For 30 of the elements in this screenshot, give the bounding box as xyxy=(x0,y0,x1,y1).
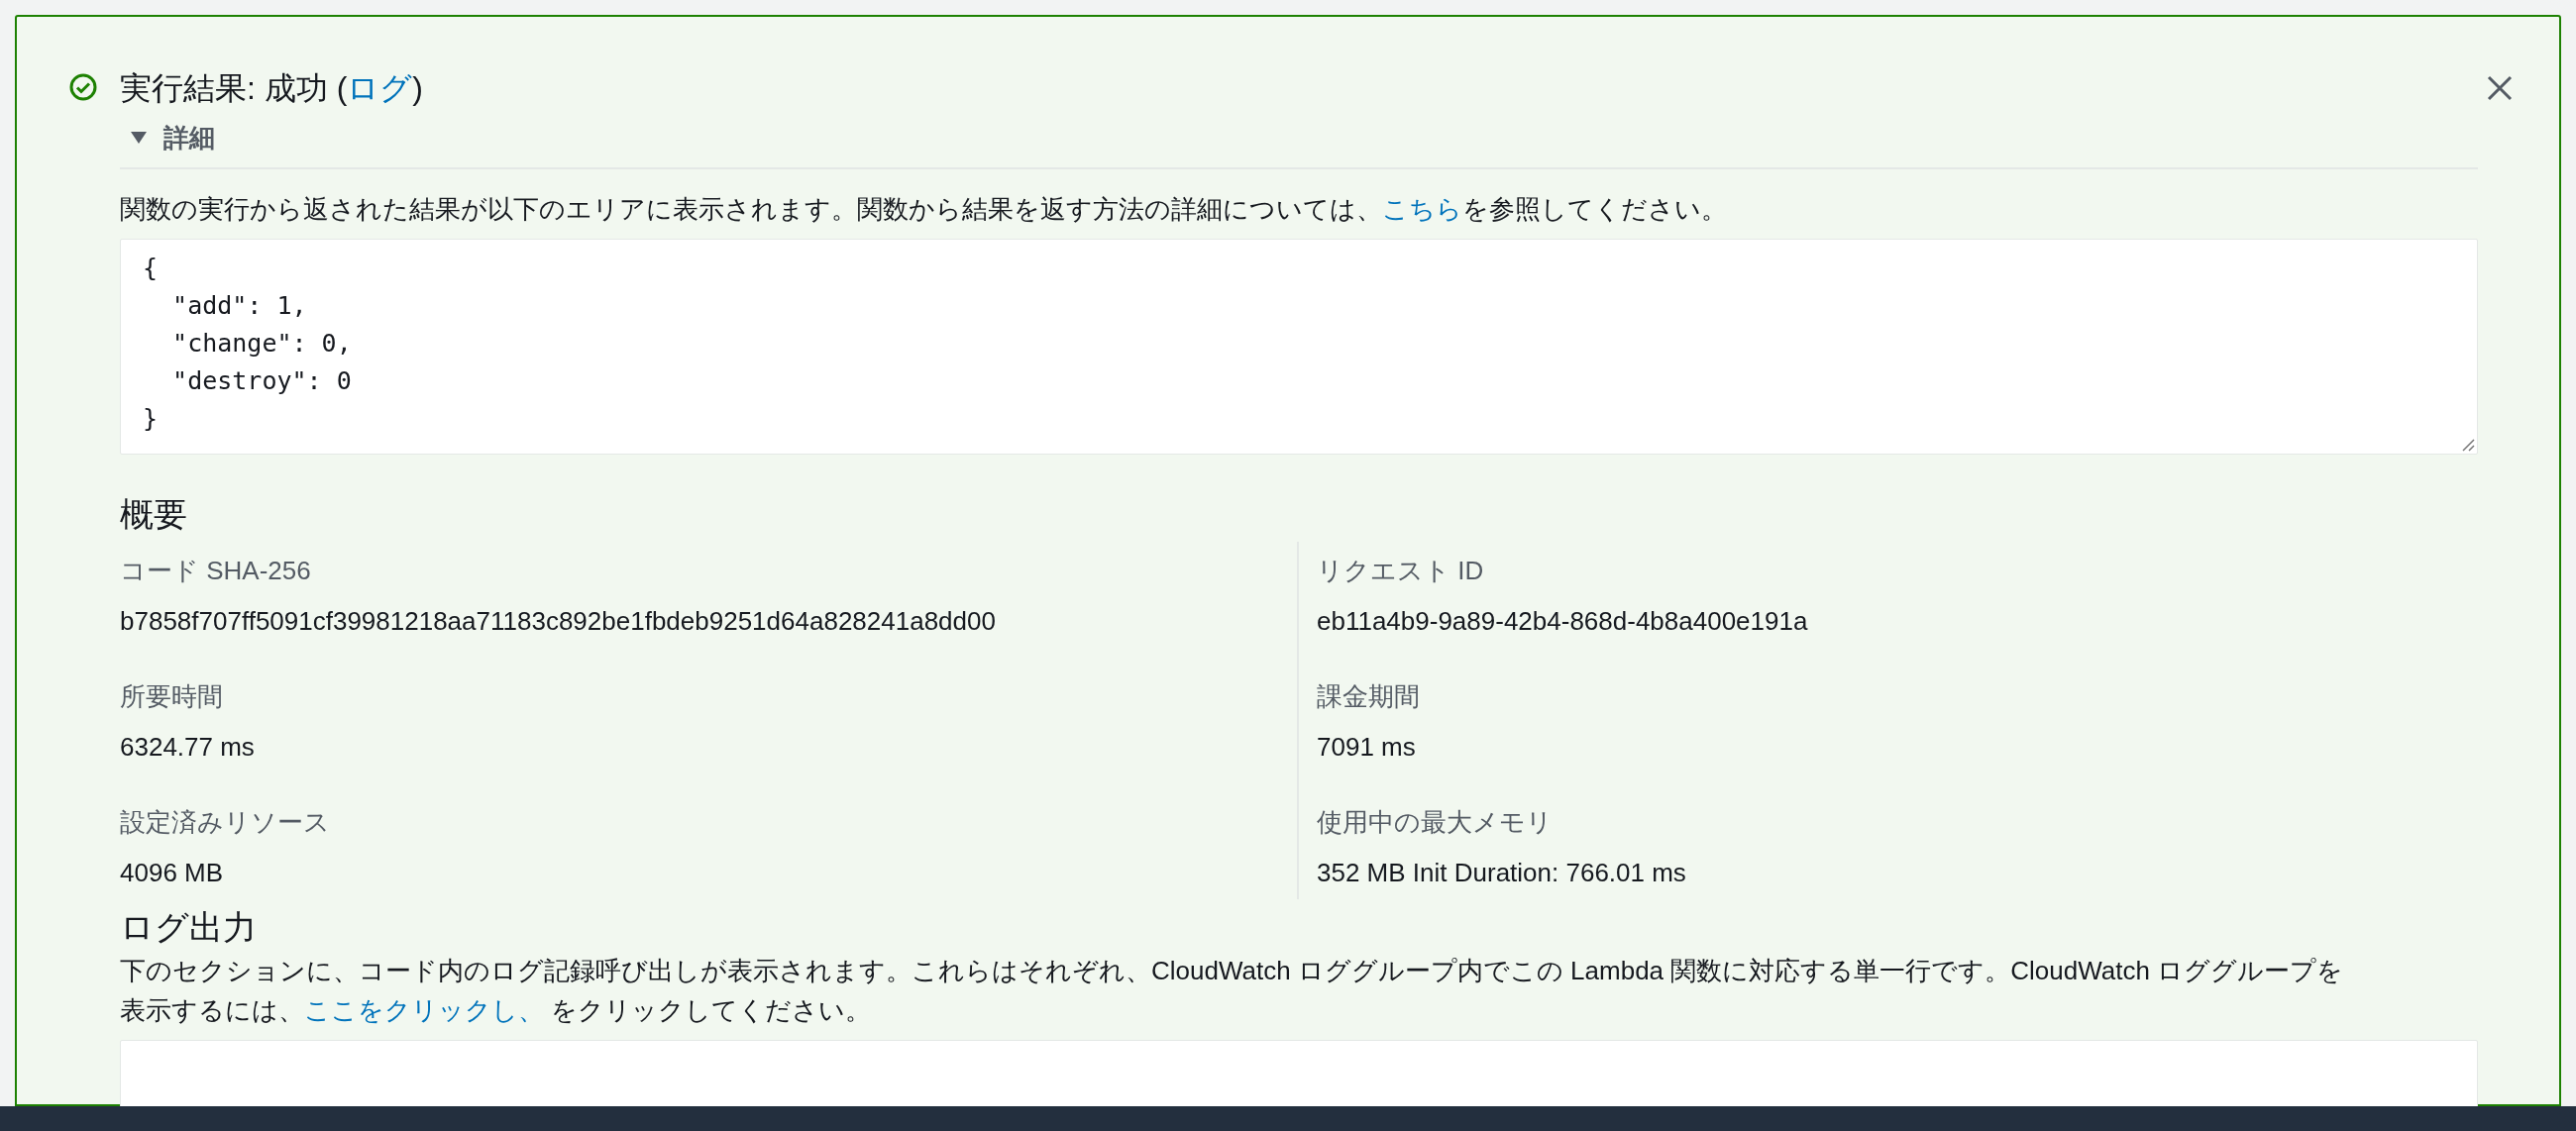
field-label: 使用中の最大メモリ xyxy=(1317,806,1553,839)
log-link[interactable]: ログ xyxy=(347,70,413,106)
code-line: } xyxy=(143,403,159,435)
field-value: b7858f707ff5091cf39981218aa71183c892be1fbdeb9251d64a828241a8dd00 xyxy=(120,605,996,638)
details-toggle[interactable]: 詳細 xyxy=(120,120,215,155)
resize-handle-icon[interactable] xyxy=(2461,438,2475,452)
cloudwatch-link[interactable]: ここをクリックし、 xyxy=(304,995,544,1025)
field-label: コード SHA-256 xyxy=(120,555,311,587)
code-line: "change": 0, xyxy=(171,328,352,360)
description-text: 関数の実行から返された結果が以下のエリアに表示されます。関数から結果を返す方法の詳細については、こちら を参照してください。 xyxy=(120,193,1728,226)
close-icon[interactable] xyxy=(2486,74,2514,102)
result-title: 実行結果: 成功 (ログ) xyxy=(120,70,423,106)
here-link[interactable]: こちら xyxy=(1382,194,1462,224)
field-value: eb11a4b9-9a89-42b4-868d-4b8a400e191a xyxy=(1317,605,1808,638)
caret-icon xyxy=(130,131,148,145)
field-value: 7091 ms xyxy=(1317,731,1416,764)
field-label: 課金期間 xyxy=(1317,680,1420,713)
field-value: 352 MB Init Duration: 766.01 ms xyxy=(1317,857,1686,889)
field-value: 4096 MB xyxy=(120,857,224,889)
log-output-heading: ログ出力 xyxy=(120,907,257,947)
code-line: "add": 1, xyxy=(171,290,307,322)
summary-heading: 概要 xyxy=(120,494,187,534)
field-value: 6324.77 ms xyxy=(120,731,255,764)
log-output-text: 下のセクションに、コード内のログ記録呼び出しが表示されます。これらはそれぞれ、CloudWatch ロググループ内でこの Lambda 関数に対応する単一行です。CloudWatch ロググループを 表示するには、ここをクリックし、 をクリックしてください。 xyxy=(120,955,2345,1027)
code-line: { xyxy=(143,253,159,284)
field-label: リクエスト ID xyxy=(1317,555,1484,587)
code-line: "destroy": 0 xyxy=(171,365,352,397)
field-label: 設定済みリソース xyxy=(120,806,330,839)
output-box[interactable]: { "add": 1, "change": 0, "destroy": 0 } xyxy=(120,239,2478,455)
field-label: 所要時間 xyxy=(120,680,223,713)
